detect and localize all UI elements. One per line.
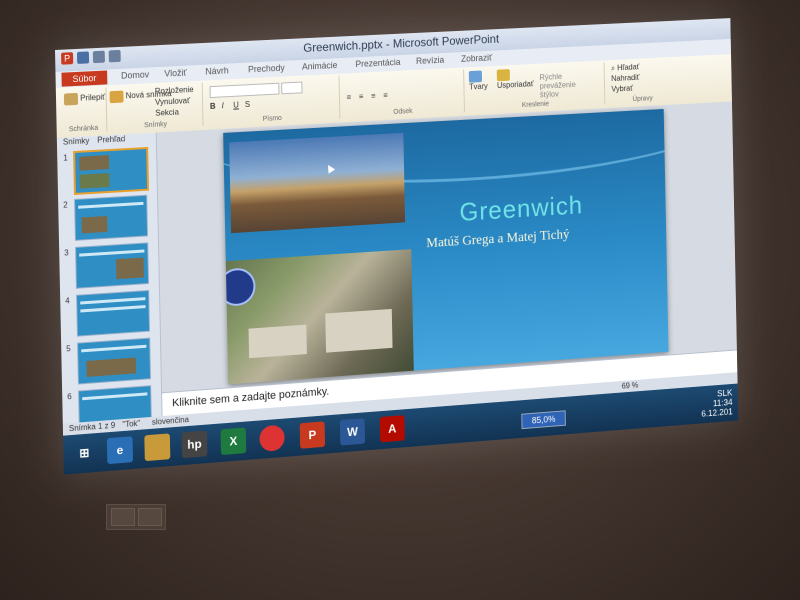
pdf-reader-icon[interactable]: A bbox=[379, 415, 405, 443]
tab-review[interactable]: Revízia bbox=[416, 55, 444, 66]
thumb-photo bbox=[79, 173, 110, 189]
wall-outlet bbox=[106, 504, 166, 530]
group-clipboard: Prilepiť Schránka bbox=[59, 87, 108, 134]
powerpoint-taskbar-icon[interactable]: P bbox=[299, 421, 326, 449]
binoculars-icon: ⌕ bbox=[610, 63, 616, 73]
excel-icon[interactable]: X bbox=[220, 427, 247, 456]
underline-button[interactable]: U bbox=[233, 101, 239, 110]
group-slides: Nová snímka Rozloženie Vynulovať Sekcia … bbox=[107, 82, 204, 132]
slide-number: 4 bbox=[65, 296, 70, 306]
select-button[interactable]: Vybrať bbox=[611, 84, 633, 94]
align-buttons[interactable]: ≡ ≡ ≡ ≡ bbox=[347, 91, 391, 102]
quick-styles-button[interactable]: Rýchle preváženie štýlov bbox=[539, 71, 595, 99]
slide-title[interactable]: Greenwich bbox=[459, 190, 583, 227]
thumb-text bbox=[81, 344, 147, 353]
aerial-photo[interactable] bbox=[223, 249, 414, 385]
tab-outline-panel[interactable]: Prehľad bbox=[97, 134, 125, 144]
font-size-select[interactable] bbox=[281, 81, 303, 95]
group-clipboard-label: Schránka bbox=[68, 124, 99, 134]
current-slide[interactable]: Greenwich Matúš Grega a Matej Tichý bbox=[223, 108, 669, 385]
palace-photo[interactable] bbox=[229, 132, 406, 234]
tab-transitions[interactable]: Prechody bbox=[248, 63, 285, 75]
tab-slideshow[interactable]: Prezentácia bbox=[355, 57, 400, 69]
slide-number: 3 bbox=[64, 248, 69, 258]
thumb-photo bbox=[81, 215, 108, 234]
paste-button[interactable]: Prilepiť bbox=[63, 91, 105, 106]
slide-thumbnail[interactable]: 1 bbox=[63, 146, 150, 195]
tab-view[interactable]: Zobraziť bbox=[461, 53, 492, 64]
tab-slides-panel[interactable]: Snímky bbox=[63, 136, 90, 146]
panel-tabs: Snímky Prehľad bbox=[63, 134, 125, 146]
group-font: B I U S Písmo bbox=[203, 75, 341, 127]
theme-name: "Tok" bbox=[122, 418, 141, 430]
italic-button[interactable]: I bbox=[222, 101, 224, 110]
thumb-text bbox=[80, 305, 146, 313]
arrange-icon bbox=[496, 69, 510, 82]
slide-subtitle[interactable]: Matúš Grega a Matej Tichý bbox=[426, 227, 569, 252]
new-slide-icon bbox=[109, 90, 124, 104]
tab-insert[interactable]: Vložiť bbox=[164, 68, 187, 79]
slide-thumbnail[interactable]: 4 bbox=[65, 289, 151, 337]
reset-button[interactable]: Vynulovať bbox=[155, 96, 190, 107]
building-shape bbox=[325, 308, 393, 353]
compass-emblem-icon bbox=[223, 267, 256, 308]
thumb-photo bbox=[86, 357, 137, 377]
chrome-icon[interactable] bbox=[259, 424, 285, 452]
outlet-socket bbox=[138, 508, 162, 526]
replace-button[interactable]: Nahradiť bbox=[611, 73, 639, 83]
thumb-text bbox=[78, 201, 144, 209]
slide-editor: Greenwich Matúš Grega a Matej Tichý bbox=[156, 101, 737, 393]
thumb-photo bbox=[79, 155, 110, 171]
system-tray: SLK 11:34 6.12.201 bbox=[701, 388, 733, 419]
arrange-button[interactable]: Usporiadať bbox=[496, 68, 534, 90]
bold-button[interactable]: B bbox=[210, 102, 216, 111]
group-editing: ⌕ Hľadať Nahradiť Vybrať Úpravy bbox=[605, 59, 678, 105]
slides-panel: Snímky Prehľad 1 2 3 4 5 6 bbox=[56, 132, 163, 438]
slide-thumbnail[interactable]: 5 bbox=[66, 337, 152, 385]
internet-explorer-icon[interactable]: e bbox=[106, 436, 134, 465]
building-shape bbox=[248, 324, 307, 359]
shapes-icon bbox=[468, 70, 483, 83]
group-slides-label: Snímky bbox=[144, 121, 168, 130]
thumb-text bbox=[82, 392, 148, 401]
find-button[interactable]: ⌕ Hľadať bbox=[611, 63, 640, 74]
group-paragraph: ≡ ≡ ≡ ≡ Odsek bbox=[340, 69, 465, 119]
paste-icon bbox=[63, 92, 79, 106]
tab-design[interactable]: Návrh bbox=[205, 65, 229, 76]
clock-date[interactable]: 6.12.201 bbox=[701, 407, 733, 419]
slide-number: 2 bbox=[63, 200, 68, 210]
slide-thumbnail[interactable]: 3 bbox=[64, 242, 150, 289]
zoom-level[interactable]: 69 % bbox=[622, 381, 639, 391]
section-button[interactable]: Sekcia bbox=[155, 108, 179, 118]
slide-thumbnail[interactable]: 2 bbox=[63, 194, 149, 241]
start-icon[interactable]: ⊞ bbox=[71, 439, 97, 467]
slide-number: 6 bbox=[67, 392, 72, 402]
shadow-button[interactable]: S bbox=[245, 100, 250, 109]
shapes-button[interactable]: Tvary bbox=[468, 70, 488, 91]
word-icon[interactable]: W bbox=[339, 418, 366, 446]
tab-home[interactable]: Domov bbox=[121, 69, 149, 80]
hp-icon[interactable]: hp bbox=[181, 430, 208, 459]
file-explorer-icon[interactable] bbox=[144, 433, 171, 462]
language-indicator[interactable]: slovenčina bbox=[152, 415, 189, 427]
font-name-select[interactable] bbox=[209, 82, 280, 99]
layout-button[interactable]: Rozloženie bbox=[155, 85, 194, 96]
tab-file[interactable]: Súbor bbox=[61, 70, 108, 87]
slide-number: 1 bbox=[63, 153, 68, 163]
thumb-photo bbox=[115, 257, 144, 280]
thumb-text bbox=[80, 297, 146, 305]
projected-screen: P Greenwich.pptx - Microsoft PowerPoint … bbox=[55, 18, 739, 475]
battery-indicator[interactable]: 85,0% bbox=[521, 410, 566, 430]
outlet-socket bbox=[111, 508, 135, 526]
group-drawing: Tvary Usporiadať Rýchle preváženie štýlo… bbox=[464, 62, 606, 112]
thumb-text bbox=[79, 249, 145, 257]
slide-number: 5 bbox=[66, 344, 71, 354]
tab-animations[interactable]: Animácie bbox=[302, 60, 338, 72]
group-editing-label: Úpravy bbox=[632, 95, 653, 103]
